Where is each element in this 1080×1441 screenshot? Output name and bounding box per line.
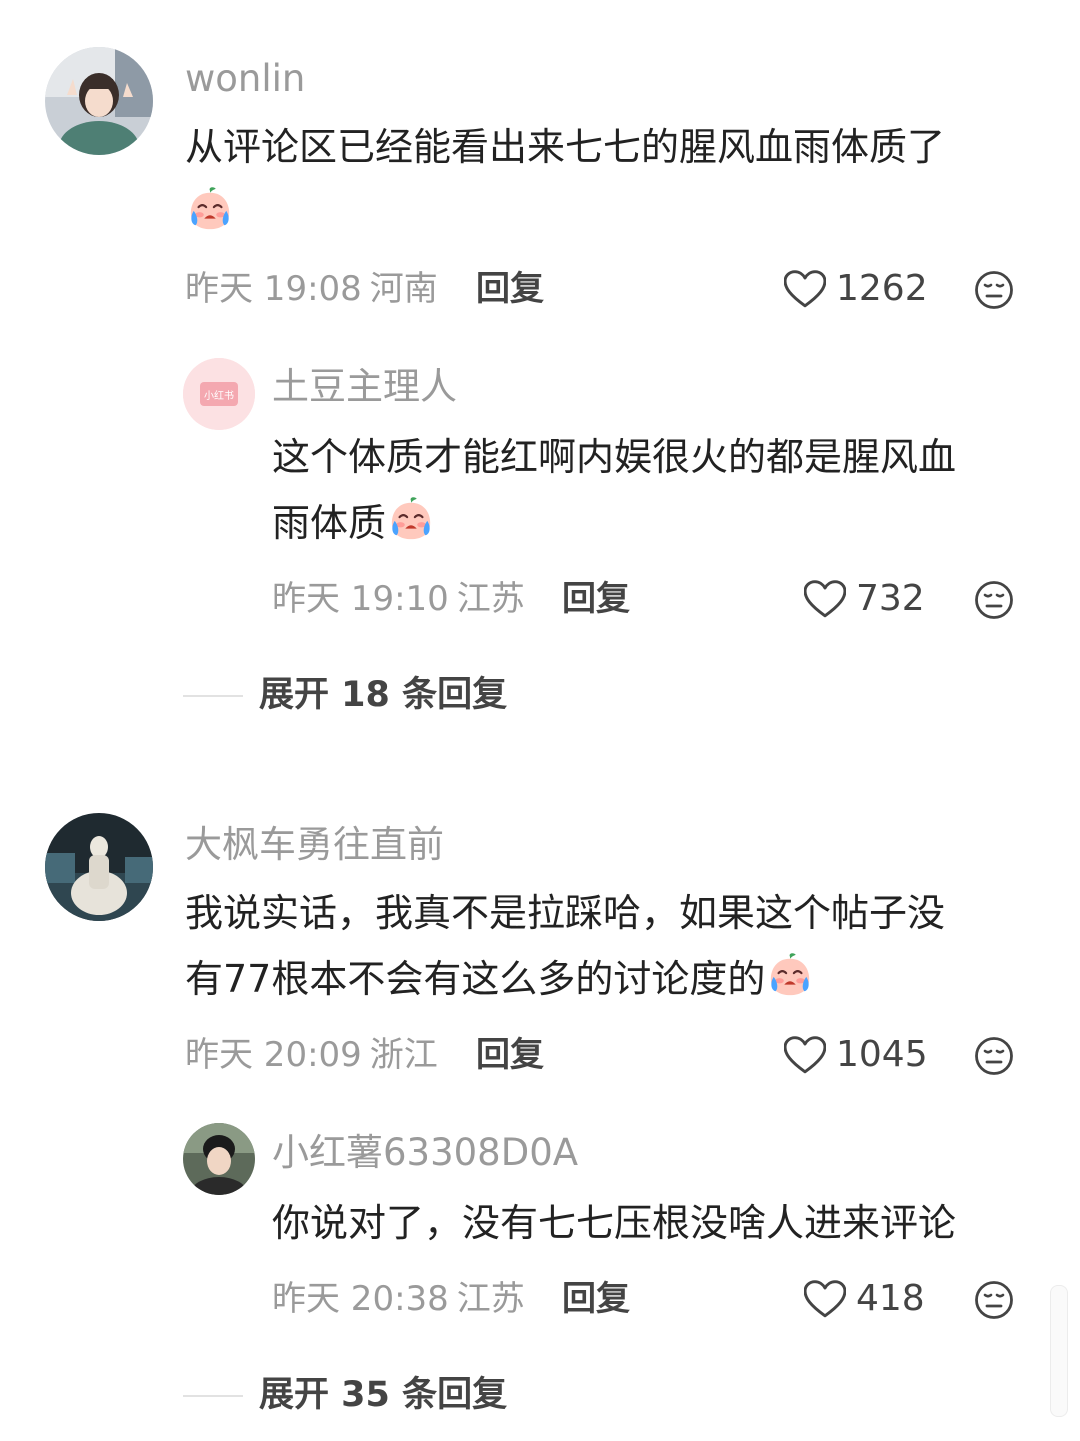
avatar[interactable]: [45, 813, 153, 921]
comment-text: 我说实话，我真不是拉踩哈，如果这个帖子没 有77根本不会有这么多的讨论度的: [185, 880, 1045, 1012]
avatar-logo-text: 小红书: [204, 389, 234, 402]
like-count: 732: [856, 578, 925, 619]
username[interactable]: wonlin: [185, 60, 305, 97]
comment-meta: 昨天 19:08 河南: [185, 272, 438, 306]
reply-button[interactable]: 回复: [562, 1282, 630, 1316]
like-count: 418: [856, 1278, 925, 1319]
reply-location: 江苏: [456, 579, 525, 619]
comment-meta: 昨天 20:09 浙江: [185, 1038, 438, 1072]
reply-time: 昨天 19:10: [272, 579, 449, 619]
expand-replies-label: 展开 18 条回复: [259, 675, 508, 715]
crying-face-emoji-icon: [388, 496, 434, 542]
like-count: 1045: [836, 1034, 928, 1075]
dislike-icon[interactable]: [974, 1036, 1014, 1076]
scrollbar[interactable]: [1050, 1285, 1068, 1417]
expand-replies-button[interactable]: 展开 18 条回复: [183, 678, 507, 713]
reply-button[interactable]: 回复: [476, 272, 544, 306]
avatar[interactable]: 小红书: [183, 358, 255, 430]
heart-icon: [804, 580, 846, 618]
reply-meta: 昨天 20:38 江苏: [272, 1282, 525, 1316]
divider-line: [183, 1394, 243, 1397]
reply-button[interactable]: 回复: [476, 1038, 544, 1072]
reply-button[interactable]: 回复: [562, 582, 630, 616]
like-button[interactable]: 1045: [784, 1036, 928, 1074]
expand-replies-label: 展开 35 条回复: [259, 1375, 508, 1415]
heart-icon: [804, 1280, 846, 1318]
username[interactable]: 土豆主理人: [272, 368, 457, 405]
crying-face-emoji-icon: [187, 186, 233, 232]
dislike-icon[interactable]: [974, 1280, 1014, 1320]
crying-face-emoji-icon: [767, 952, 813, 998]
like-button[interactable]: 732: [804, 580, 925, 618]
avatar[interactable]: [45, 47, 153, 155]
comment-time: 昨天 20:09: [185, 1035, 362, 1075]
dislike-icon[interactable]: [974, 580, 1014, 620]
reply-text-line: 这个体质才能红啊内娱很火的都是腥风血: [272, 435, 957, 479]
divider-line: [183, 694, 243, 697]
expand-replies-button[interactable]: 展开 35 条回复: [183, 1378, 507, 1413]
reply-text-line: 雨体质: [272, 501, 387, 545]
comment-location: 浙江: [369, 1035, 438, 1075]
avatar[interactable]: [183, 1123, 255, 1195]
comment-text-line: 有77根本不会有这么多的讨论度的: [185, 957, 766, 1001]
like-button[interactable]: 418: [804, 1280, 925, 1318]
reply-text: 你说对了，没有七七压根没啥人进来评论: [272, 1190, 1062, 1256]
heart-icon: [784, 1036, 826, 1074]
reply-location: 江苏: [456, 1279, 525, 1319]
reply-text-line: 你说对了，没有七七压根没啥人进来评论: [272, 1201, 957, 1245]
username[interactable]: 大枫车勇往直前: [185, 826, 444, 863]
reply-text: 这个体质才能红啊内娱很火的都是腥风血 雨体质: [272, 424, 1052, 556]
reply-time: 昨天 20:38: [272, 1279, 449, 1319]
like-button[interactable]: 1262: [784, 270, 928, 308]
username[interactable]: 小红薯63308D0A: [272, 1134, 578, 1171]
comment-time: 昨天 19:08: [185, 269, 362, 309]
comment-text: 从评论区已经能看出来七七的腥风血雨体质了: [185, 114, 1045, 246]
dislike-icon[interactable]: [974, 270, 1014, 310]
heart-icon: [784, 270, 826, 308]
reply-meta: 昨天 19:10 江苏: [272, 582, 525, 616]
comment-text-line: 从评论区已经能看出来七七的腥风血雨体质了: [185, 125, 946, 169]
comment-location: 河南: [369, 269, 438, 309]
like-count: 1262: [836, 268, 928, 309]
comment-text-line: 我说实话，我真不是拉踩哈，如果这个帖子没: [185, 891, 946, 935]
